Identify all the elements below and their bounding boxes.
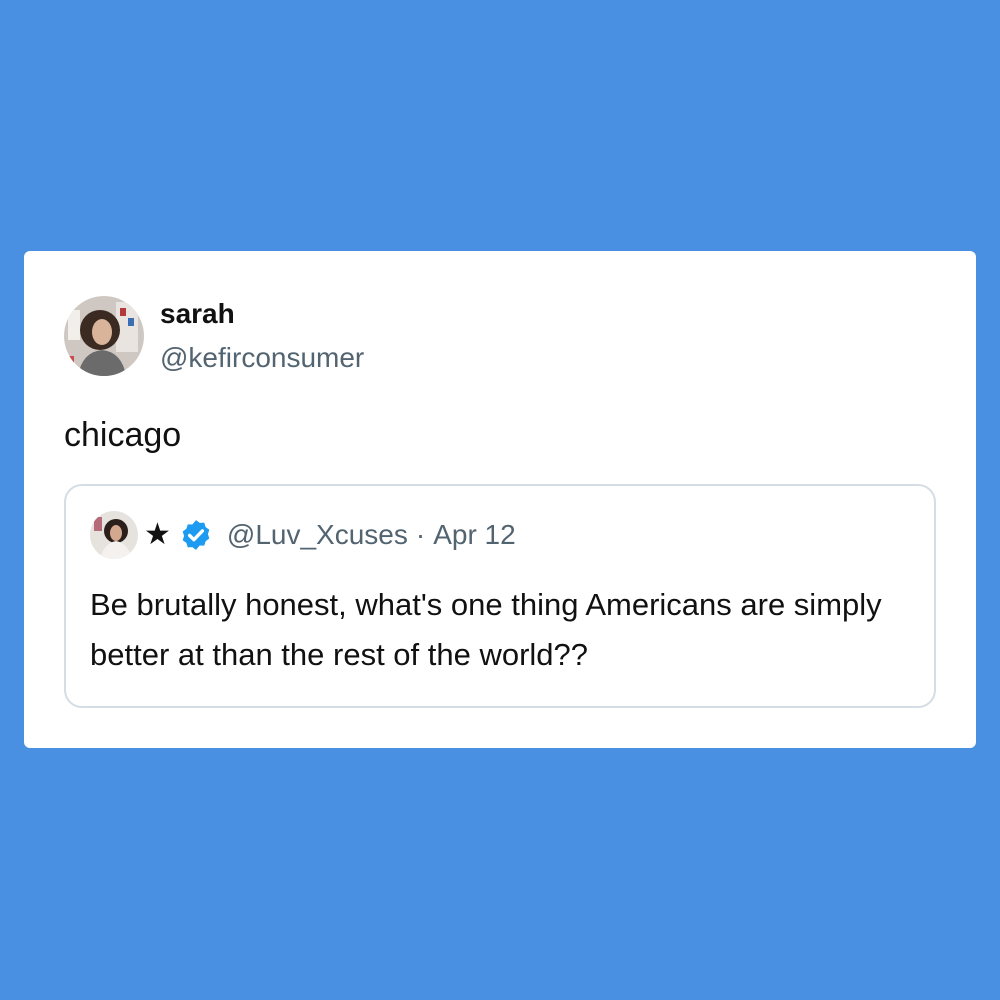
separator-dot: · <box>415 519 426 550</box>
tweet-card[interactable]: sarah @kefirconsumer chicago ★ @Luv_Xcus… <box>24 251 976 748</box>
tweet-author[interactable]: sarah @kefirconsumer <box>64 294 364 378</box>
quoted-author-handle[interactable]: @Luv_Xcuses <box>227 519 408 551</box>
verified-badge-icon <box>179 518 213 552</box>
author-handle[interactable]: @kefirconsumer <box>160 341 364 375</box>
author-avatar-image <box>64 296 144 376</box>
quoted-tweet[interactable]: ★ @Luv_Xcuses · Apr 12 Be brutally hones… <box>64 484 936 708</box>
star-symbol[interactable]: ★ <box>144 520 171 550</box>
quoted-author-avatar[interactable] <box>90 511 138 559</box>
quoted-tweet-text: Be brutally honest, what's one thing Ame… <box>90 587 882 672</box>
author-avatar[interactable] <box>64 296 144 376</box>
tweet-text: chicago <box>64 416 182 454</box>
author-display-name[interactable]: sarah <box>160 297 364 331</box>
quoted-tweet-date[interactable]: Apr 12 <box>433 519 516 551</box>
quoted-author-avatar-image <box>90 511 138 559</box>
quoted-tweet-header: ★ @Luv_Xcuses · Apr 12 <box>90 510 516 560</box>
